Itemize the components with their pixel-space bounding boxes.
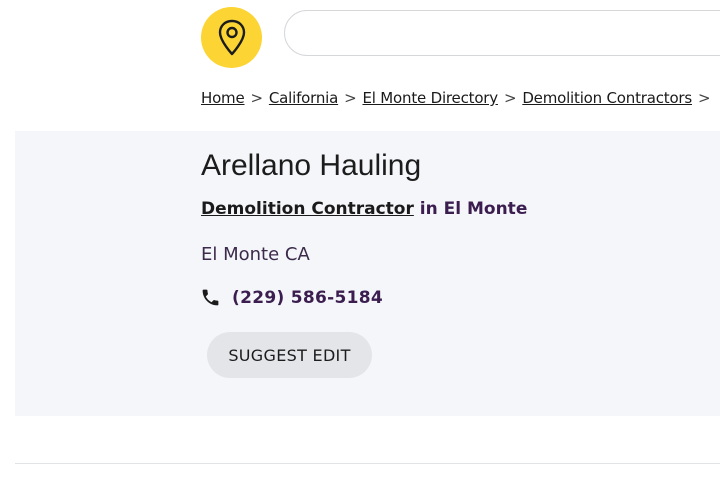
search-input[interactable]: [284, 10, 720, 56]
phone-row: (229) 586-5184: [200, 287, 383, 308]
category-link[interactable]: Demolition Contractor: [201, 199, 414, 219]
breadcrumb-separator: >: [698, 89, 711, 107]
breadcrumb-separator: >: [250, 89, 264, 107]
page: Home > California > El Monte Directory > Demol…: [0, 0, 720, 480]
breadcrumb: Home > California > El Monte Directory > Demol…: [201, 89, 716, 107]
breadcrumb-california[interactable]: California: [269, 89, 338, 107]
business-location: El Monte CA: [201, 244, 310, 265]
phone-number-link[interactable]: (229) 586-5184: [232, 288, 383, 308]
business-category: Demolition Contractor in El Monte: [201, 199, 527, 219]
breadcrumb-el-monte-directory[interactable]: El Monte Directory: [362, 89, 498, 107]
site-logo[interactable]: [201, 7, 262, 68]
breadcrumb-separator: >: [344, 89, 357, 107]
category-location-text: in El Monte: [419, 199, 528, 219]
breadcrumb-separator: >: [503, 89, 517, 107]
suggest-edit-button[interactable]: SUGGEST EDIT: [207, 332, 372, 378]
phone-icon: [200, 287, 221, 308]
map-pin-icon: [218, 19, 245, 55]
breadcrumb-demolition-contractors[interactable]: Demolition Contractors: [522, 89, 692, 107]
breadcrumb-home[interactable]: Home: [201, 89, 245, 107]
business-name: Arellano Hauling: [201, 149, 422, 182]
divider: [15, 463, 720, 464]
